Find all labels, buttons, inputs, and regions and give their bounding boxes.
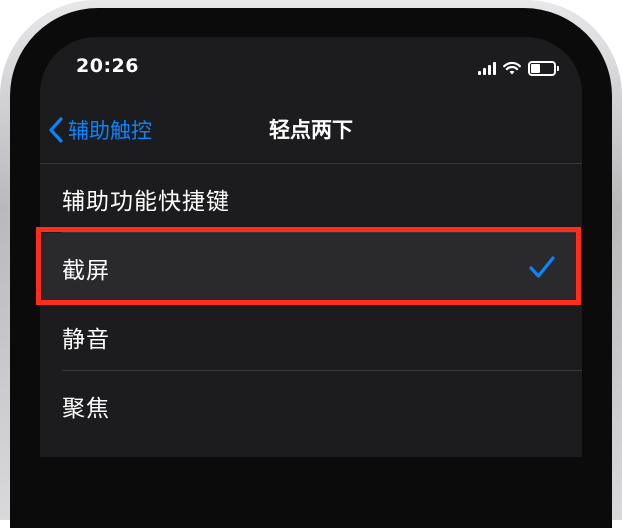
list-item-label: 辅助功能快捷键 — [62, 188, 230, 215]
list-item-label: 静音 — [62, 326, 110, 353]
list-item-accessibility-shortcut[interactable]: 辅助功能快捷键 — [40, 164, 582, 233]
highlight-box — [36, 227, 581, 305]
list-item-mute[interactable]: 静音 — [40, 302, 582, 371]
wifi-icon — [503, 61, 521, 75]
list-item-focus[interactable]: 聚焦 — [40, 371, 582, 440]
battery-icon — [528, 60, 559, 76]
status-icons — [478, 59, 559, 77]
status-time: 20:26 — [76, 55, 139, 77]
list-item-label: 聚焦 — [62, 395, 110, 422]
cellular-signal-icon — [478, 61, 496, 75]
page-title: 轻点两下 — [269, 118, 353, 142]
